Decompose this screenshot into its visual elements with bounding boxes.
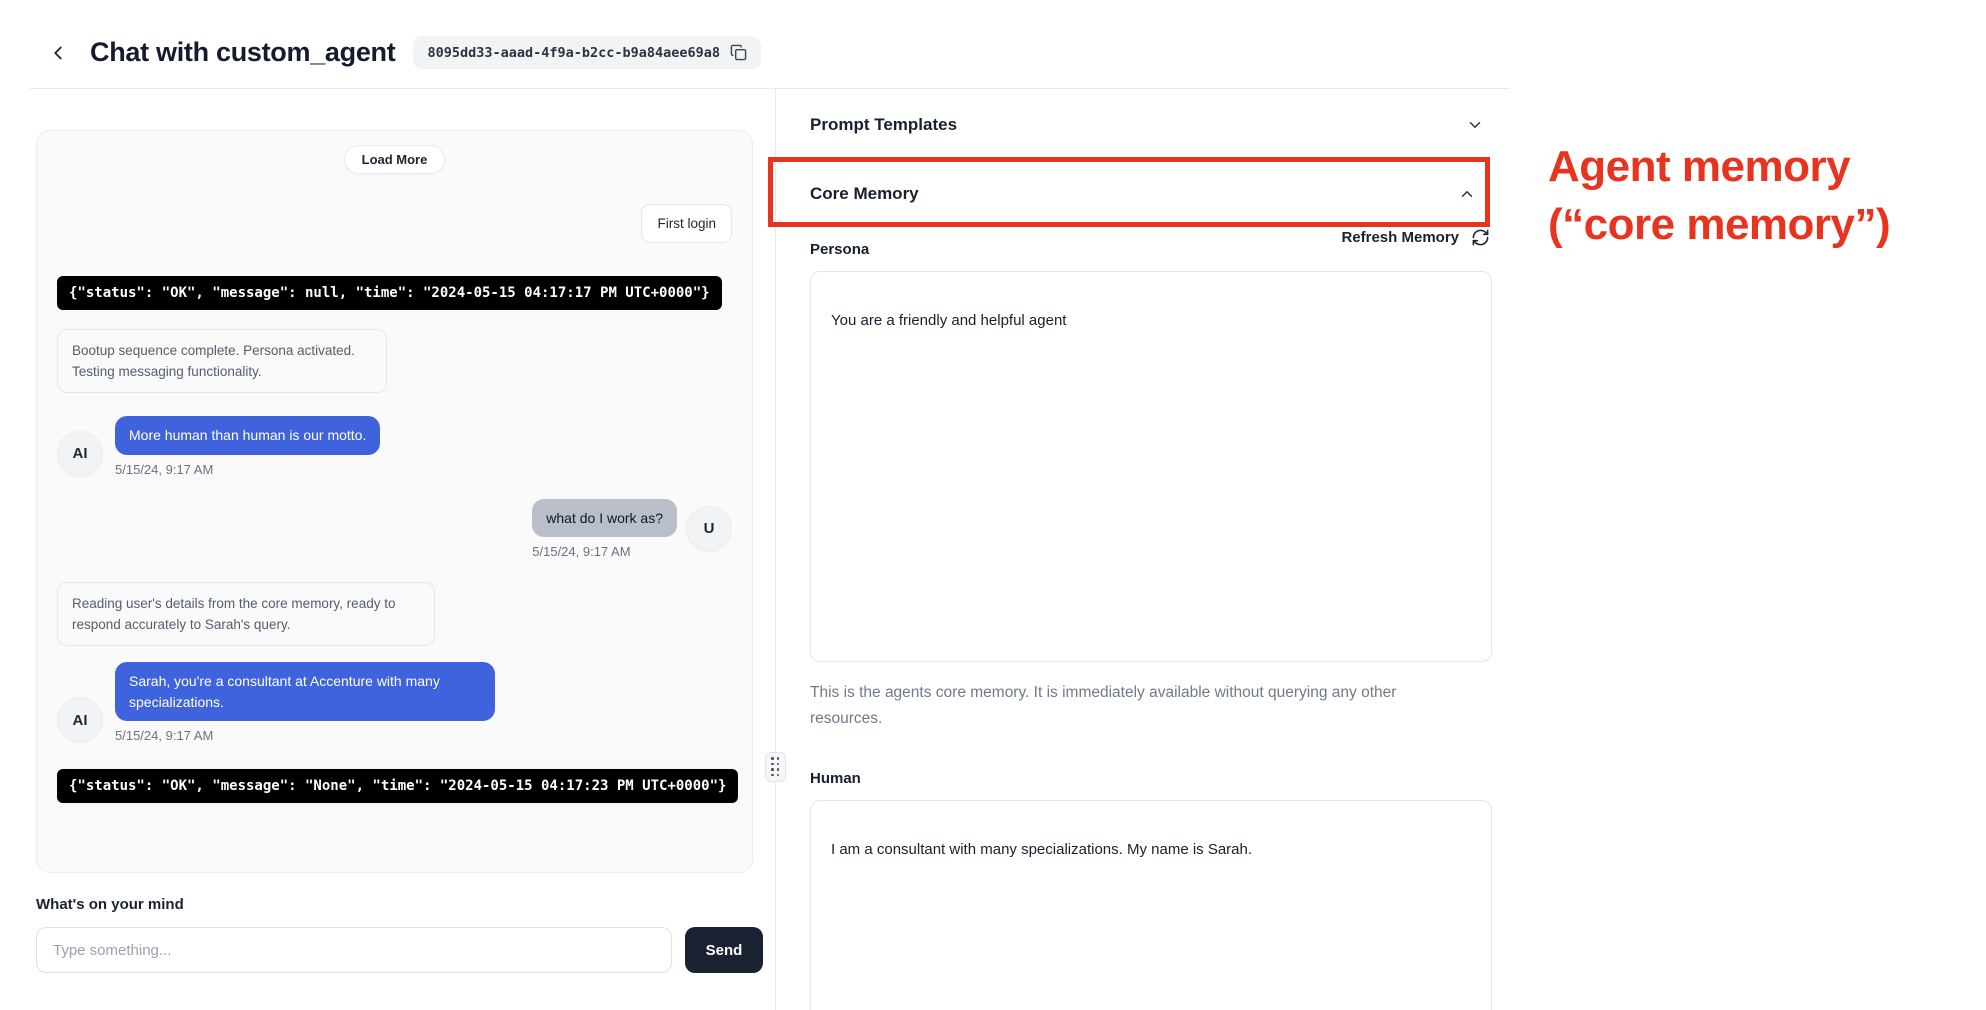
agent-settings-panel: Prompt Templates Core Memory Refresh Mem… (810, 89, 1490, 1010)
back-button[interactable] (44, 39, 72, 67)
page-title: Chat with custom_agent (90, 37, 395, 68)
user-message-bubble: what do I work as? (532, 499, 677, 538)
core-memory-title: Core Memory (810, 184, 919, 204)
copy-icon (730, 44, 747, 61)
first-login-button[interactable]: First login (641, 204, 732, 243)
send-button[interactable]: Send (685, 927, 763, 973)
chevron-left-icon (47, 42, 69, 64)
annotation-line-1: Agent memory (1548, 138, 1890, 196)
section-divider (810, 160, 1490, 161)
agent-id-value: 8095dd33-aaad-4f9a-b2cc-b9a84aee69a8 (427, 45, 720, 61)
chat-history-panel: Load More First login {"status": "OK", "… (36, 130, 753, 873)
core-memory-description: This is the agents core memory. It is im… (810, 680, 1430, 732)
prompt-templates-section-header[interactable]: Prompt Templates (810, 89, 1490, 137)
chevron-down-icon (1466, 116, 1484, 134)
composer-label: What's on your mind (36, 896, 763, 913)
panel-divider (775, 89, 776, 1010)
refresh-memory-button[interactable]: Refresh Memory (1341, 228, 1490, 247)
persona-textarea[interactable]: You are a friendly and helpful agent (810, 271, 1492, 662)
core-memory-section-header[interactable]: Core Memory (810, 182, 1490, 206)
user-message-row: what do I work as? 5/15/24, 9:17 AM U (57, 499, 732, 560)
ai-message-row: AI Sarah, you're a consultant at Accentu… (57, 662, 732, 743)
user-avatar: U (686, 506, 732, 552)
system-message: Reading user's details from the core mem… (57, 582, 435, 646)
ai-message-row: AI More human than human is our motto. 5… (57, 416, 732, 477)
human-textarea[interactable]: I am a consultant with many specializati… (810, 800, 1492, 1010)
ai-message-bubble: More human than human is our motto. (115, 416, 380, 455)
chevron-up-icon (1458, 185, 1476, 203)
annotation-line-2: (“core memory”) (1548, 196, 1890, 254)
refresh-memory-label: Refresh Memory (1341, 229, 1459, 246)
message-input[interactable] (36, 927, 672, 973)
panel-resize-handle[interactable] (765, 752, 786, 782)
ai-message-bubble: Sarah, you're a consultant at Accenture … (115, 662, 495, 721)
human-label: Human (810, 770, 1490, 787)
annotation-text: Agent memory (“core memory”) (1548, 138, 1890, 254)
ai-avatar: AI (57, 431, 103, 477)
message-timestamp: 5/15/24, 9:17 AM (115, 728, 495, 743)
code-message: {"status": "OK", "message": null, "time"… (57, 276, 722, 310)
app-window: Chat with custom_agent 8095dd33-aaad-4f9… (0, 0, 1986, 1010)
system-message: Bootup sequence complete. Persona activa… (57, 329, 387, 393)
message-timestamp: 5/15/24, 9:17 AM (532, 544, 677, 559)
ai-avatar: AI (57, 697, 103, 743)
composer: What's on your mind Send (36, 896, 763, 973)
prompt-templates-title: Prompt Templates (810, 115, 957, 135)
agent-id-badge: 8095dd33-aaad-4f9a-b2cc-b9a84aee69a8 (413, 36, 761, 69)
refresh-icon (1471, 228, 1490, 247)
code-message: {"status": "OK", "message": "None", "tim… (57, 769, 738, 803)
message-timestamp: 5/15/24, 9:17 AM (115, 462, 380, 477)
header: Chat with custom_agent 8095dd33-aaad-4f9… (44, 36, 761, 69)
copy-agent-id-button[interactable] (730, 44, 747, 61)
load-more-button[interactable]: Load More (344, 145, 446, 174)
